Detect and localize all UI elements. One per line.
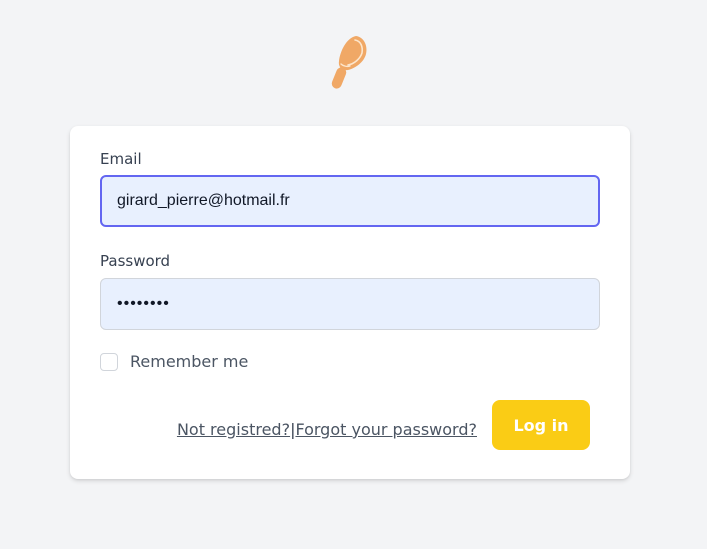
email-label: Email [100,150,142,168]
remember-me-checkbox[interactable] [100,352,118,371]
not-registered-link[interactable]: Not registred? [177,420,290,439]
login-card: Email Password Remember me Not registred… [70,126,630,479]
remember-me-row[interactable]: Remember me [100,352,248,371]
auth-links: Not registred?|Forgot your password? [177,420,477,439]
login-button[interactable]: Log in [492,400,590,450]
email-field[interactable] [100,175,600,227]
popsicle-icon [331,36,367,89]
password-field[interactable] [100,278,600,330]
remember-me-label[interactable]: Remember me [130,352,248,371]
forgot-password-link[interactable]: Forgot your password? [295,420,477,439]
password-label: Password [100,252,171,270]
